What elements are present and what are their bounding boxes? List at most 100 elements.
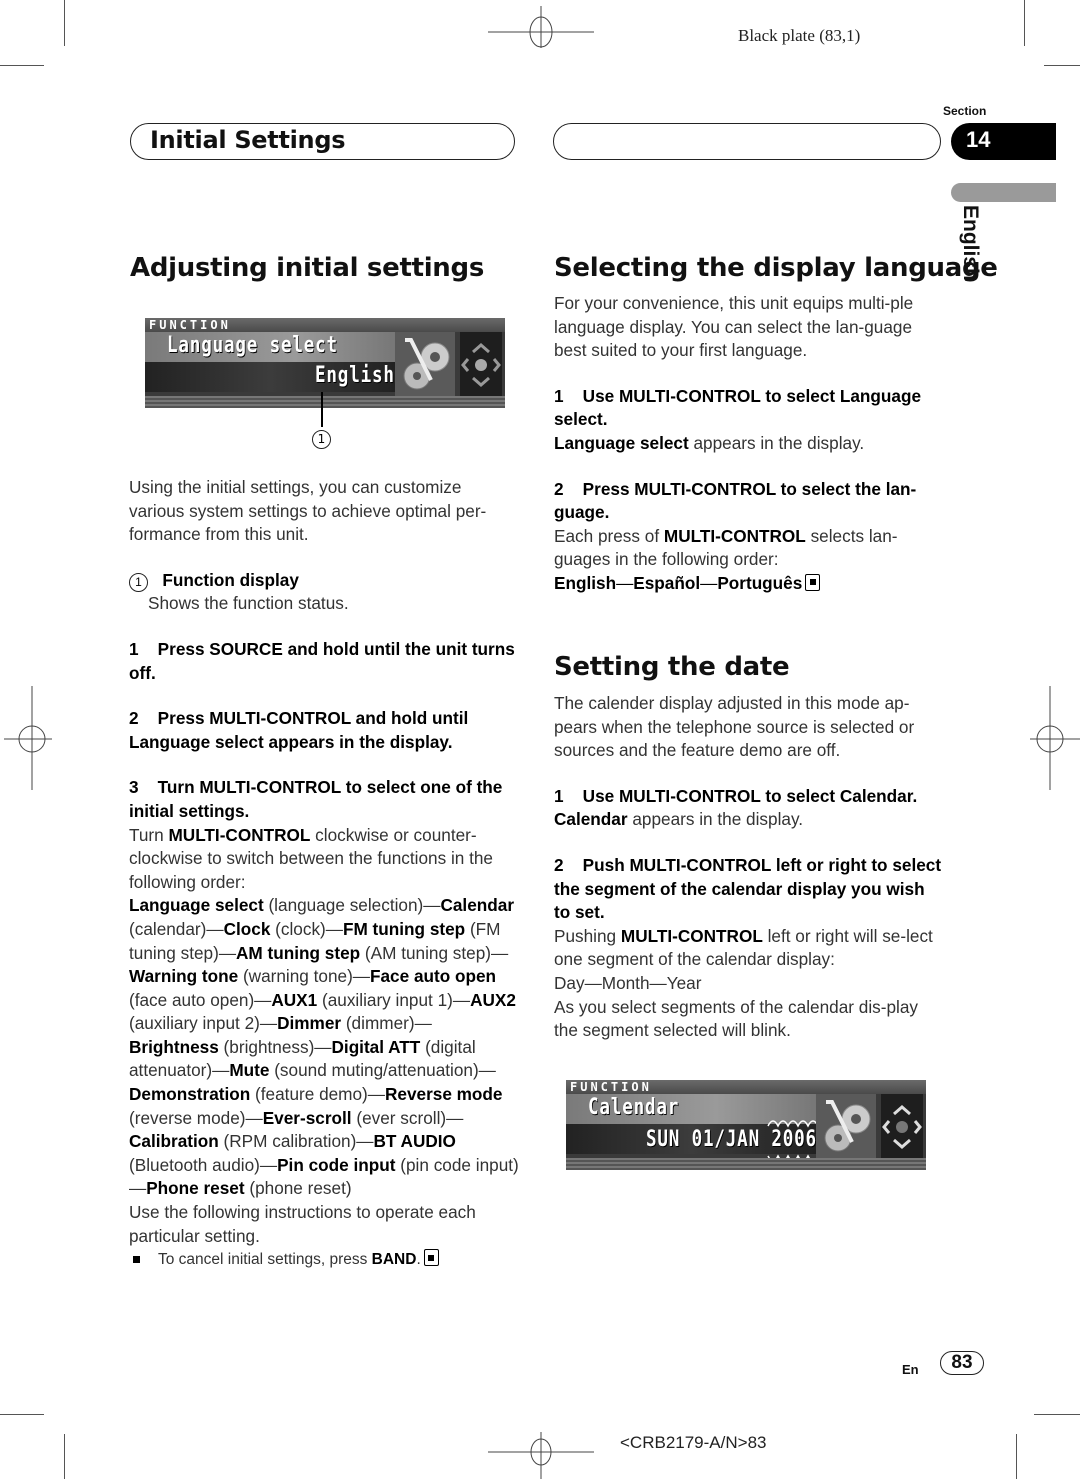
setting-description: (auxiliary input 2)— (129, 1013, 278, 1034)
date-heading: Setting the date (554, 652, 790, 682)
setting-name: AUX1 (271, 989, 318, 1010)
language-order: English—Español—Português (554, 572, 944, 596)
chapter-title-pill: Initial Settings (130, 123, 515, 160)
language-heading: Selecting the display language (554, 253, 998, 283)
setting-description: (RPM calibration)— (218, 1131, 374, 1152)
registration-mark-icon (4, 686, 52, 790)
setting-name: Face auto open (370, 966, 497, 987)
setting-description: (language selection)— (263, 895, 441, 916)
setting-name: Warning tone (129, 966, 239, 987)
language-step-2-body: Each press of MULTI-CONTROL selects lan-… (554, 525, 898, 570)
crop-mark (1044, 65, 1080, 66)
setting-description: (auxiliary input 1)— (317, 989, 471, 1010)
setting-name: Demonstration (129, 1084, 251, 1105)
footer-language-code: En (902, 1362, 919, 1377)
callout-item-title: 1 Function display (129, 569, 519, 593)
date-step-1-body: Calendar appears in the display. (554, 809, 804, 830)
setting-description: (Bluetooth audio)— (129, 1154, 278, 1175)
language-step-1: 1 Use MULTI-CONTROL to select Language s… (554, 385, 922, 430)
crop-mark (64, 0, 65, 46)
step-3: 3 Turn MULTI-CONTROL to select one of th… (129, 777, 503, 821)
date-step-2: 2 Push MULTI-CONTROL left or right to se… (554, 854, 942, 923)
blink-note: As you select segments of the calendar d… (554, 996, 918, 1041)
setting-description: (face auto open)— (129, 989, 272, 1010)
chapter-title: Initial Settings (150, 126, 346, 154)
language-section-text: For your convenience, this unit equips m… (554, 292, 944, 596)
language-tab (951, 183, 1056, 202)
section-number: 14 (966, 127, 991, 152)
setting-description: (clock)— (270, 918, 343, 939)
page-number: 83 (940, 1351, 984, 1375)
display-function-label: FUNCTION (149, 318, 231, 332)
registration-mark-icon (488, 6, 594, 48)
section-number-badge: 14 (951, 123, 1056, 160)
setting-name: AM tuning step (236, 942, 361, 963)
setting-name: Brightness (129, 1036, 219, 1057)
direction-pad-icon (460, 332, 502, 396)
chapter-subtitle-pill (553, 123, 941, 160)
setting-name: Calendar (440, 895, 515, 916)
language-step-1-body: Language select appears in the display. (554, 432, 865, 453)
setting-description: (feature demo)— (250, 1084, 385, 1105)
function-display-illustration: FUNCTION Language select English (145, 318, 505, 408)
setting-description: (reverse mode)— (129, 1107, 263, 1128)
section-label: Section (943, 104, 987, 118)
setting-name: Phone reset (146, 1178, 245, 1199)
crop-mark (0, 1414, 44, 1415)
date-intro: The calender display adjusted in this mo… (554, 693, 915, 761)
setting-name: Dimmer (277, 1013, 342, 1034)
setting-name: FM tuning step (342, 918, 466, 939)
registration-mark-icon (488, 1432, 594, 1479)
setting-description: (dimmer)— (341, 1013, 432, 1034)
cancel-note: To cancel initial settings, press BAND. (129, 1248, 519, 1272)
end-mark-icon (805, 573, 821, 591)
calendar-display-illustration: FUNCTION Calendar SUN 01/JAN 2006 (566, 1080, 926, 1170)
setting-description: (AM tuning step)— (360, 942, 509, 963)
callout-item-description: Shows the function status. (148, 593, 349, 614)
language-step-2: 2 Press MULTI-CONTROL to select the lan-… (554, 478, 917, 523)
setting-description: (warning tone)— (238, 966, 370, 987)
step-2: 2 Press MULTI-CONTROL and hold until Lan… (129, 708, 469, 752)
crop-mark (1034, 1414, 1080, 1415)
callout-marker: 1 (312, 428, 331, 449)
setting-name: Clock (223, 918, 271, 939)
display-line2: English (315, 363, 395, 388)
setting-name: Language select (129, 895, 264, 916)
crop-mark (64, 1434, 65, 1479)
calendar-display-line1: Calendar (588, 1095, 680, 1120)
setting-name: Reverse mode (384, 1084, 503, 1105)
registration-mark-icon (1030, 686, 1080, 790)
setting-name: Mute (229, 1060, 270, 1081)
adjusting-heading: Adjusting initial settings (130, 253, 485, 283)
display-function-label: FUNCTION (570, 1080, 652, 1094)
bullet-icon (133, 1255, 140, 1263)
wrench-gear-icon (816, 1094, 876, 1158)
callout-line (321, 392, 323, 427)
settings-order-list: Language select (language selection)—Cal… (129, 894, 519, 1201)
plate-label: Black plate (83,1) (738, 26, 861, 45)
display-line1: Language select (167, 333, 338, 358)
setting-name: BT AUDIO (373, 1131, 456, 1152)
step-3-body: Turn MULTI-CONTROL clockwise or counter-… (129, 824, 493, 892)
end-mark-icon (423, 1249, 439, 1267)
setting-description: (calendar)— (129, 918, 224, 939)
intro-paragraph: Using the initial settings, you can cust… (129, 477, 487, 545)
crop-mark (1024, 0, 1025, 46)
crop-mark (0, 65, 44, 66)
setting-description: (ever scroll)— (351, 1107, 464, 1128)
setting-name: Ever-scroll (262, 1107, 352, 1128)
date-section-text: The calender display adjusted in this mo… (554, 692, 944, 1043)
instructions-note: Use the following instructions to operat… (129, 1202, 476, 1246)
date-step-2-body: Pushing MULTI-CONTROL left or right will… (554, 925, 933, 970)
setting-description: (brightness)— (218, 1036, 332, 1057)
setting-name: Pin code input (277, 1154, 396, 1175)
setting-name: AUX2 (470, 989, 516, 1010)
step-1: 1 Press SOURCE and hold until the unit t… (129, 638, 515, 683)
left-column-text: Using the initial settings, you can cust… (129, 476, 519, 1272)
crop-mark (1016, 1434, 1017, 1479)
wrench-gear-icon (395, 332, 455, 396)
setting-name: Digital ATT (331, 1036, 421, 1057)
date-step-1: 1 Use MULTI-CONTROL to select Calendar. (554, 785, 918, 806)
setting-description: (sound muting/attenuation)— (269, 1060, 496, 1081)
date-segments: Day—Month—Year (554, 972, 702, 993)
